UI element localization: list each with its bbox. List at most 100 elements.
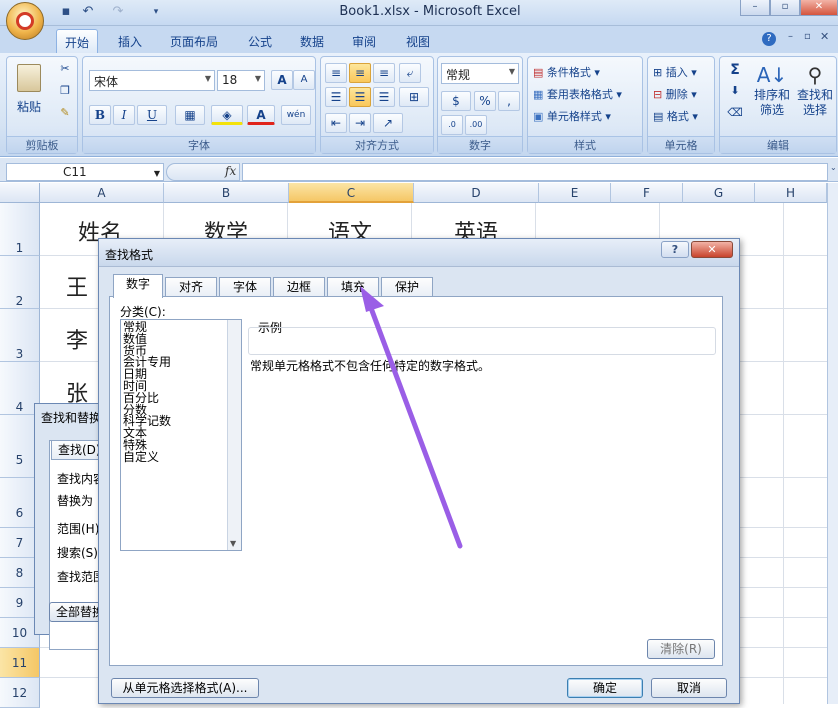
phonetic-button[interactable]: wén <box>281 105 311 125</box>
font-name-select[interactable]: 宋体 ▼ <box>89 70 215 91</box>
decrease-indent-icon[interactable]: ⇤ <box>325 113 347 133</box>
font-group-label: 字体 <box>83 136 315 153</box>
insert-cells-button[interactable]: ⊞ 插入 ▾ <box>652 63 698 81</box>
category-scrollbar[interactable]: ▼ <box>227 320 241 550</box>
find-replace-title: 查找和替换 <box>41 411 102 425</box>
cell-a2[interactable]: 王 <box>66 270 88 302</box>
align-bottom-icon[interactable]: ≡ <box>373 63 395 83</box>
comma-button[interactable]: , <box>498 91 520 111</box>
cut-icon[interactable]: ✂ <box>55 61 75 79</box>
wrap-text-icon[interactable]: ⤶ <box>399 63 421 83</box>
save-icon[interactable]: ▪ <box>58 4 74 20</box>
column-header-h[interactable]: H <box>755 183 827 203</box>
fill-color-button[interactable]: ◈ <box>211 105 243 125</box>
pick-format-from-cell-button[interactable]: 从单元格选择格式(A)... <box>111 678 259 698</box>
redo-icon[interactable]: ↷ <box>110 4 126 20</box>
name-box[interactable]: C11 ▼ <box>6 163 164 181</box>
increase-indent-icon[interactable]: ⇥ <box>349 113 371 133</box>
row-header-11[interactable]: 11 <box>0 648 40 678</box>
tab-fill[interactable]: 填充 <box>327 277 379 297</box>
column-header-c[interactable]: C <box>289 183 414 203</box>
font-color-button[interactable]: A <box>247 105 275 125</box>
font-size-select[interactable]: 18 ▼ <box>217 70 265 91</box>
bold-button[interactable]: B <box>89 105 111 125</box>
decrease-decimal-icon[interactable]: .00 <box>465 115 487 135</box>
dialog-help-button[interactable]: ? <box>661 241 689 258</box>
tab-font[interactable]: 字体 <box>219 277 271 297</box>
column-header-a[interactable]: A <box>40 183 164 203</box>
cell-styles-button[interactable]: ▣ 单元格样式 ▾ <box>532 107 612 125</box>
autosum-button[interactable]: Σ <box>724 61 746 79</box>
italic-button[interactable]: I <box>113 105 135 125</box>
percent-button[interactable]: % <box>474 91 496 111</box>
format-cells-button[interactable]: ▤ 格式 ▾ <box>652 107 699 125</box>
column-header-f[interactable]: F <box>611 183 683 203</box>
select-all-corner[interactable] <box>0 183 40 203</box>
column-header-e[interactable]: E <box>539 183 611 203</box>
row-header-2[interactable]: 2 <box>0 256 40 309</box>
border-button[interactable]: ▦ <box>175 105 205 125</box>
column-header-g[interactable]: G <box>683 183 755 203</box>
fill-down-icon[interactable]: ⬇ <box>724 83 746 98</box>
conditional-format-button[interactable]: ▤ 条件格式 ▾ <box>532 63 601 81</box>
underline-button[interactable]: U <box>137 105 167 125</box>
clear-button[interactable]: 清除(R) <box>647 639 715 659</box>
delete-cells-button[interactable]: ⊟ 删除 ▾ <box>652 85 698 103</box>
paste-button[interactable]: 粘贴 <box>11 61 47 121</box>
office-button[interactable] <box>6 2 44 40</box>
ribbon-restore-icon[interactable]: ▫ <box>804 31 811 42</box>
tab-view[interactable]: 视图 <box>398 29 438 53</box>
expand-formula-icon[interactable]: ⌄ <box>830 163 838 181</box>
row-header-1[interactable]: 1 <box>0 203 40 256</box>
vertical-scrollbar[interactable] <box>827 183 838 704</box>
align-middle-icon[interactable]: ≡ <box>349 63 371 83</box>
ribbon-minimize-icon[interactable]: – <box>788 31 793 42</box>
find-select-button[interactable]: ⚲ 查找和 选择 <box>794 61 836 135</box>
help-icon[interactable]: ? <box>762 32 776 46</box>
ok-button[interactable]: 确定 <box>567 678 643 698</box>
cancel-button[interactable]: 取消 <box>651 678 727 698</box>
number-format-select[interactable]: 常规 ▼ <box>441 63 519 84</box>
column-header-d[interactable]: D <box>414 183 539 203</box>
cell-a3[interactable]: 李 <box>66 323 88 355</box>
restore-icon[interactable]: ▫ <box>770 0 800 16</box>
category-list[interactable]: 常规 数值 货币 会计专用 日期 时间 百分比 分数 科学记数 文本 特殊 自定… <box>120 319 242 551</box>
tab-formulas[interactable]: 公式 <box>240 29 280 53</box>
dialog-close-button[interactable]: ✕ <box>691 241 733 258</box>
scroll-down-icon[interactable]: ▼ <box>230 539 236 548</box>
tab-number[interactable]: 数字 <box>113 274 163 298</box>
sort-filter-button[interactable]: A↓ 排序和 筛选 <box>752 61 792 135</box>
insert-function-button[interactable]: fx <box>225 164 236 178</box>
align-top-icon[interactable]: ≡ <box>325 63 347 83</box>
undo-icon[interactable]: ↶ <box>80 4 96 20</box>
tab-page-layout[interactable]: 页面布局 <box>162 29 226 53</box>
grow-font-button[interactable]: A <box>271 70 293 90</box>
minimize-icon[interactable]: – <box>740 0 770 16</box>
currency-icon[interactable]: $ <box>441 91 471 111</box>
tab-protection[interactable]: 保护 <box>381 277 433 297</box>
tab-review[interactable]: 审阅 <box>344 29 384 53</box>
tab-data[interactable]: 数据 <box>292 29 332 53</box>
window-close-icon[interactable]: ✕ <box>800 0 838 16</box>
row-header-3[interactable]: 3 <box>0 309 40 362</box>
formula-input[interactable] <box>242 163 828 181</box>
format-painter-icon[interactable]: ✎ <box>55 105 75 123</box>
increase-decimal-icon[interactable]: .0 <box>441 115 463 135</box>
align-right-icon[interactable]: ☰ <box>373 87 395 107</box>
tab-alignment[interactable]: 对齐 <box>165 277 217 297</box>
column-header-b[interactable]: B <box>164 183 289 203</box>
orientation-icon[interactable]: ↗ <box>373 113 403 133</box>
shrink-font-button[interactable]: A <box>293 70 315 90</box>
merge-center-icon[interactable]: ⊞ <box>399 87 429 107</box>
format-as-table-button[interactable]: ▦ 套用表格格式 ▾ <box>532 85 623 103</box>
align-center-icon[interactable]: ☰ <box>349 87 371 107</box>
clear-icon[interactable]: ⌫ <box>724 105 746 120</box>
ribbon-close-icon[interactable]: ✕ <box>820 30 829 43</box>
category-item[interactable]: 自定义 <box>123 451 171 464</box>
customize-icon[interactable]: ▾ <box>148 4 164 20</box>
align-left-icon[interactable]: ☰ <box>325 87 347 107</box>
tab-home[interactable]: 开始 <box>56 29 99 53</box>
tab-insert[interactable]: 插入 <box>110 29 150 53</box>
copy-icon[interactable]: ❐ <box>55 83 75 101</box>
tab-border[interactable]: 边框 <box>273 277 325 297</box>
